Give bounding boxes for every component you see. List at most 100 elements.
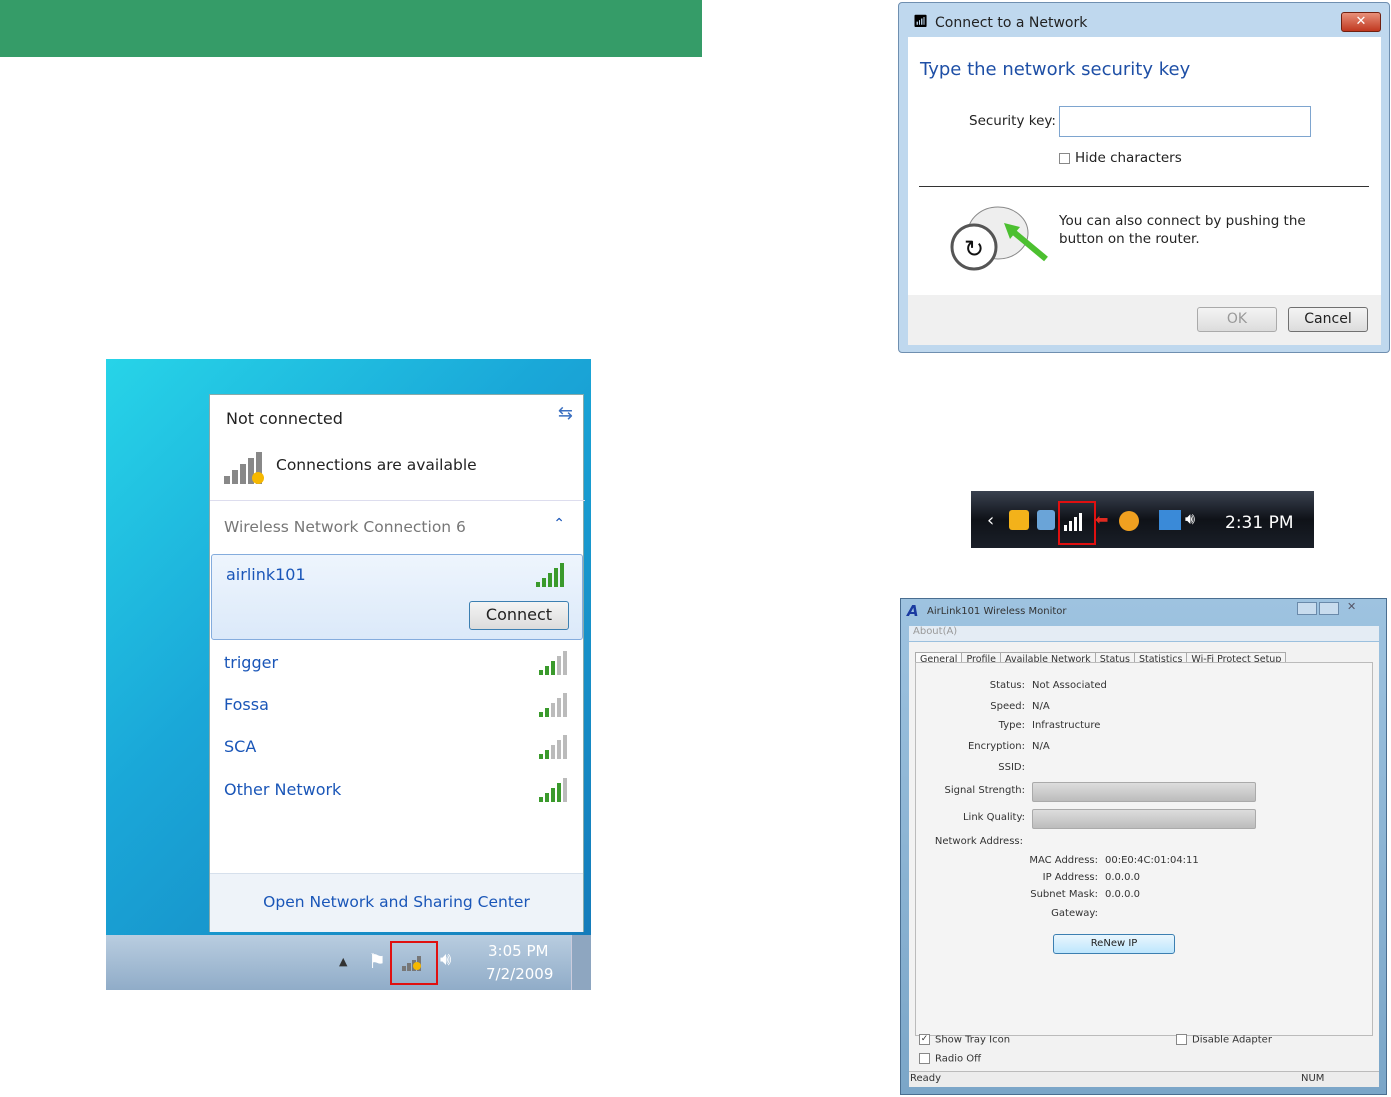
- connect-network-dialog: 📶︎ Connect to a Network ✕ Type the netwo…: [898, 2, 1390, 353]
- security-key-label: Security key:: [969, 113, 1056, 129]
- signal-strength-bar: [1032, 782, 1256, 802]
- hide-characters-checkbox[interactable]: Hide characters: [1059, 150, 1182, 166]
- status-value: Not Associated: [1032, 680, 1107, 691]
- dialog-body: Type the network security key Security k…: [908, 37, 1381, 295]
- airlink-monitor-window: A AirLink101 Wireless Monitor ✕ About(A)…: [900, 598, 1387, 1095]
- maximize-button[interactable]: [1319, 602, 1339, 615]
- network-name: airlink101: [226, 565, 306, 584]
- disable-adapter-checkbox[interactable]: Disable Adapter: [1176, 1034, 1272, 1046]
- signal-icon: [539, 693, 571, 717]
- volume-icon[interactable]: 🔊︎: [440, 949, 451, 970]
- volume-icon[interactable]: 🔊︎: [1185, 509, 1195, 529]
- network-tray-icon[interactable]: [1159, 510, 1181, 530]
- signal-icon: [539, 735, 571, 759]
- router-wps-icon: ↻: [948, 201, 1048, 273]
- network-icon: 📶︎: [913, 14, 929, 28]
- connections-available-text: Connections are available: [276, 456, 477, 474]
- clock-time[interactable]: 3:05 PM: [488, 942, 548, 960]
- network-item[interactable]: Fossa: [210, 687, 585, 729]
- radio-off-checkbox[interactable]: Radio Off: [919, 1053, 981, 1065]
- minimize-button[interactable]: [1297, 602, 1317, 615]
- type-value: Infrastructure: [1032, 720, 1101, 731]
- encryption-label: Encryption:: [967, 741, 1025, 752]
- network-address-label: Network Address:: [934, 836, 1023, 847]
- close-button[interactable]: ✕: [1341, 12, 1381, 32]
- window-title: AirLink101 Wireless Monitor: [927, 606, 1067, 617]
- speed-value: N/A: [1032, 701, 1050, 712]
- chevron-left-icon[interactable]: ‹: [987, 510, 994, 531]
- network-flyout: Not connected ⇆ Connections are availabl…: [209, 394, 585, 932]
- network-item[interactable]: Other Network: [210, 772, 585, 814]
- mac-value: 00:E0:4C:01:04:11: [1105, 855, 1199, 866]
- ok-button[interactable]: OK: [1197, 307, 1277, 332]
- svg-text:↻: ↻: [964, 235, 984, 263]
- win7-screenshot: Not connected ⇆ Connections are availabl…: [106, 359, 591, 990]
- header-bar: [0, 0, 702, 57]
- mac-label: MAC Address:: [1029, 855, 1098, 866]
- security-alert-icon[interactable]: [1119, 511, 1139, 531]
- clock-app-icon[interactable]: [1009, 510, 1029, 530]
- network-name: SCA: [224, 737, 257, 756]
- refresh-icon[interactable]: ⇆: [558, 403, 573, 424]
- checkbox-box[interactable]: [1059, 152, 1070, 164]
- taskbar: ▲ ⚑ 🔊︎ 3:05 PM 7/2/2009: [106, 935, 591, 990]
- encryption-value: N/A: [1032, 741, 1050, 752]
- gateway-label: Gateway:: [1051, 908, 1098, 919]
- network-name: trigger: [224, 653, 279, 672]
- action-center-flag-icon[interactable]: ⚑: [368, 949, 386, 973]
- subnet-value: 0.0.0.0: [1105, 889, 1140, 900]
- show-hidden-icons[interactable]: ▲: [339, 955, 347, 968]
- signal-icon: [539, 651, 571, 675]
- app-icon[interactable]: [1037, 510, 1055, 530]
- type-label: Type:: [998, 720, 1025, 731]
- connection-status: Not connected: [226, 409, 343, 428]
- network-item[interactable]: trigger: [210, 645, 585, 687]
- link-quality-bar: [1032, 809, 1256, 829]
- menu-about[interactable]: About(A): [913, 626, 957, 637]
- clock-date[interactable]: 7/2/2009: [486, 965, 553, 983]
- network-item[interactable]: SCA: [210, 729, 585, 771]
- show-tray-label: Show Tray Icon: [935, 1034, 1011, 1046]
- hide-characters-label: Hide characters: [1075, 150, 1182, 166]
- ip-label: IP Address:: [1042, 872, 1098, 883]
- vista-taskbar: ‹ ⬅ 🔊︎ 2:31 PM: [971, 491, 1314, 548]
- adapter-section[interactable]: Wireless Network Connection 6: [224, 518, 466, 536]
- wps-instructions: You can also connect by pushing the butt…: [1059, 213, 1306, 247]
- network-name: Fossa: [224, 695, 269, 714]
- speed-label: Speed:: [990, 701, 1025, 712]
- status-num: NUM: [1301, 1073, 1325, 1084]
- close-button[interactable]: ✕: [1347, 600, 1356, 613]
- signal-strength-label: Signal Strength:: [944, 785, 1025, 796]
- highlight-box: [390, 941, 438, 985]
- ssid-label: SSID:: [998, 762, 1025, 773]
- show-desktop-button[interactable]: [571, 935, 591, 990]
- clock-time[interactable]: 2:31 PM: [1225, 513, 1294, 533]
- status-bar: Ready NUM: [909, 1071, 1379, 1087]
- network-item-selected[interactable]: airlink101 Connect: [211, 554, 583, 640]
- airlink-logo-icon: A: [907, 602, 919, 620]
- menu-bar: About(A): [909, 626, 1379, 641]
- renew-ip-button[interactable]: ReNew IP: [1053, 934, 1175, 954]
- ip-value: 0.0.0.0: [1105, 872, 1140, 883]
- signal-available-icon: [224, 450, 268, 486]
- signal-icon: [539, 778, 571, 802]
- network-name: Other Network: [224, 780, 342, 799]
- dialog-title: Connect to a Network: [935, 15, 1088, 31]
- radio-off-label: Radio Off: [935, 1053, 982, 1065]
- arrow-icon[interactable]: ⬅: [1095, 510, 1108, 529]
- show-tray-icon-checkbox[interactable]: ✓ Show Tray Icon: [919, 1034, 1010, 1046]
- highlight-box: [1058, 501, 1096, 545]
- status-label: Status:: [989, 680, 1025, 691]
- chevron-up-icon[interactable]: ⌃: [553, 516, 565, 532]
- connect-button[interactable]: Connect: [469, 601, 569, 630]
- link-quality-label: Link Quality:: [962, 812, 1025, 823]
- status-ready: Ready: [910, 1073, 942, 1084]
- cancel-button[interactable]: Cancel: [1288, 307, 1368, 332]
- dialog-heading: Type the network security key: [920, 59, 1191, 80]
- signal-icon: [536, 563, 568, 587]
- disable-adapter-label: Disable Adapter: [1192, 1034, 1272, 1046]
- open-network-sharing-center-link[interactable]: Open Network and Sharing Center: [210, 893, 583, 911]
- subnet-label: Subnet Mask:: [1030, 889, 1098, 900]
- dialog-footer: OK Cancel: [908, 295, 1381, 345]
- security-key-input[interactable]: [1059, 106, 1311, 137]
